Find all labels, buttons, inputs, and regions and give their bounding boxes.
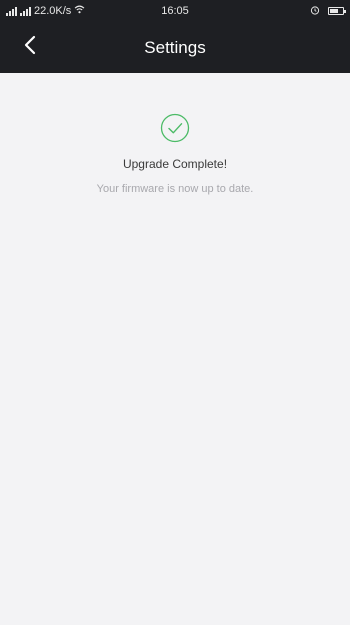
status-bar: 22.0K/s 16:05 — [0, 0, 350, 22]
back-button[interactable] — [18, 35, 42, 60]
signal-icon — [6, 6, 17, 16]
status-left: 22.0K/s — [6, 5, 85, 17]
status-message: Your firmware is now up to date. — [96, 183, 254, 195]
wifi-icon — [74, 5, 85, 17]
alarm-icon — [310, 5, 320, 18]
chevron-left-icon — [23, 35, 37, 60]
network-speed: 22.0K/s — [34, 5, 72, 17]
check-circle-icon — [160, 113, 190, 143]
status-headline: Upgrade Complete! — [122, 157, 228, 171]
nav-bar: Settings — [0, 22, 350, 73]
battery-icon — [328, 7, 346, 15]
status-right — [310, 5, 346, 18]
screen: 22.0K/s 16:05 Settings Upgrade Complete!… — [0, 0, 350, 625]
main-content: Upgrade Complete! Your firmware is now u… — [0, 73, 350, 195]
signal-icon-2 — [20, 6, 31, 16]
page-title: Settings — [144, 37, 206, 57]
